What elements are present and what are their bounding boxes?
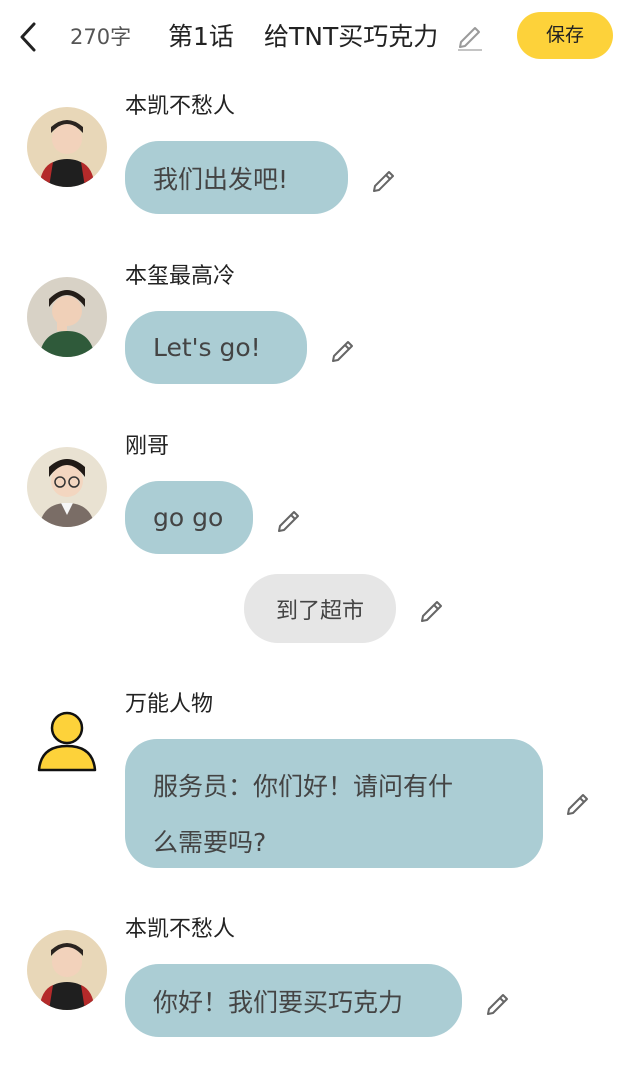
chat-bubble-line: 么需要吗? <box>153 828 267 857</box>
chapter-label: 第1话 <box>168 22 234 51</box>
pencil-icon[interactable] <box>370 165 398 193</box>
chat-bubble[interactable]: go go <box>125 481 253 554</box>
pencil-icon[interactable] <box>484 988 512 1016</box>
chat-bubble[interactable]: Let's go! <box>125 311 307 384</box>
chat-bubble[interactable]: 你好！我们要买巧克力 <box>125 964 462 1037</box>
pencil-icon[interactable] <box>456 20 484 52</box>
message-item: 本凯不愁人 我们出发吧! <box>0 92 640 222</box>
message-item: 本玺最高冷 Let's go! <box>0 262 640 392</box>
pencil-icon[interactable] <box>329 335 357 363</box>
message-item: 万能人物 服务员：你们好！请问有什 么需要吗? <box>0 690 640 870</box>
speaker-name: 本凯不愁人 <box>125 917 236 942</box>
chat-bubble-line: 服务员：你们好！请问有什 <box>153 772 454 801</box>
speaker-name: 本凯不愁人 <box>125 94 236 119</box>
avatar[interactable] <box>27 277 107 357</box>
speaker-name: 本玺最高冷 <box>125 264 236 289</box>
avatar[interactable] <box>27 107 107 187</box>
generic-person-icon[interactable] <box>36 710 98 772</box>
page-title[interactable]: 给TNT买巧克力 <box>264 20 438 54</box>
pencil-icon[interactable] <box>418 595 446 623</box>
speaker-name: 万能人物 <box>125 692 214 717</box>
message-item: 本凯不愁人 你好！我们要买巧克力 <box>0 915 640 1045</box>
message-item: 刚哥 go go <box>0 432 640 562</box>
pencil-icon[interactable] <box>275 505 303 533</box>
speaker-name: 刚哥 <box>125 434 170 459</box>
chevron-left-icon[interactable] <box>14 20 42 54</box>
pencil-icon[interactable] <box>564 788 592 816</box>
top-bar: 270字 第1话 给TNT买巧克力 保存 <box>0 0 640 76</box>
save-button[interactable]: 保存 <box>517 12 613 59</box>
avatar[interactable] <box>27 447 107 527</box>
word-count: 270字 <box>70 25 132 49</box>
avatar[interactable] <box>27 930 107 1010</box>
chat-bubble[interactable]: 我们出发吧! <box>125 141 348 214</box>
chat-bubble[interactable]: 服务员：你们好！请问有什 么需要吗? <box>125 739 543 868</box>
narration-bubble[interactable]: 到了超市 <box>244 574 396 643</box>
